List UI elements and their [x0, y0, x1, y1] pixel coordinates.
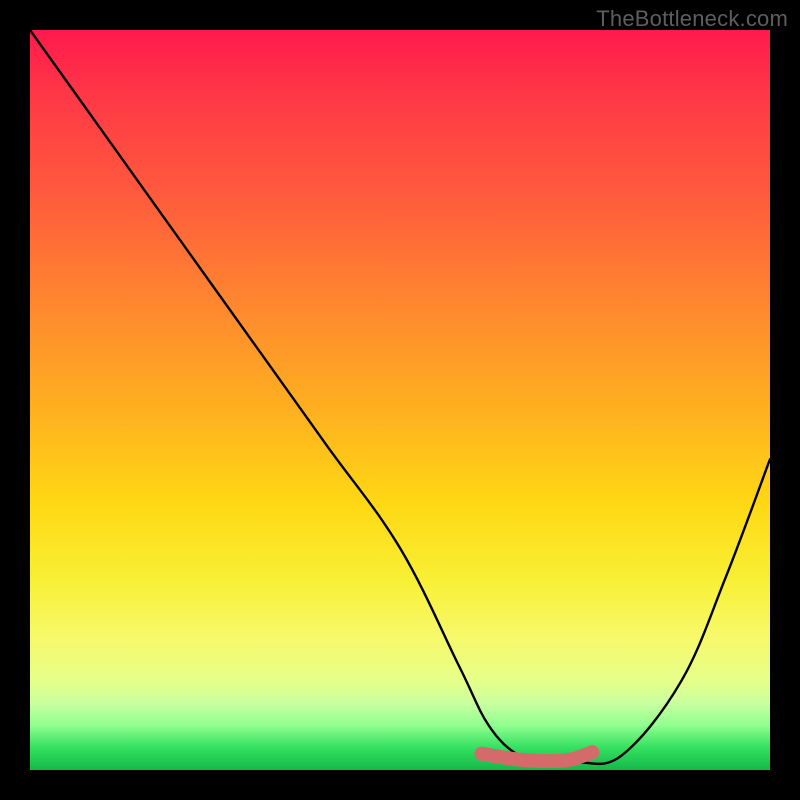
plot-area [30, 30, 770, 770]
highlight-flat [481, 752, 592, 761]
chart-stage: TheBottleneck.com [0, 0, 800, 800]
curve-layer [30, 30, 770, 770]
watermark-text: TheBottleneck.com [596, 6, 788, 32]
bottleneck-curve [30, 30, 770, 764]
